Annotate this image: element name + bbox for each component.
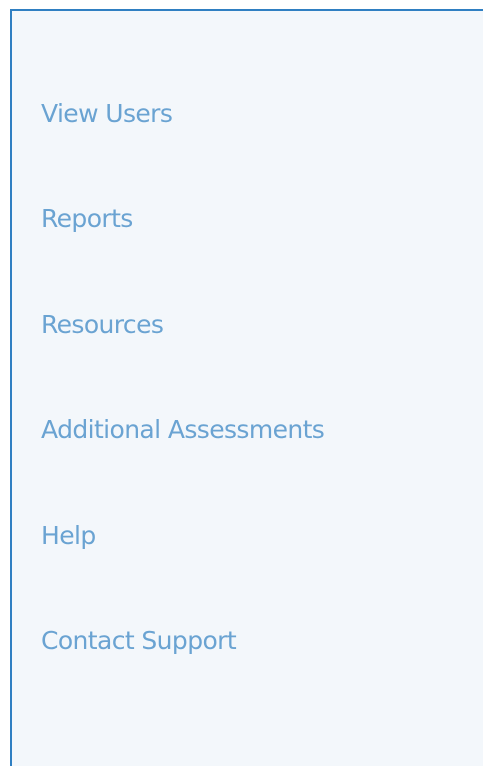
- sidebar-item-additional-assessments[interactable]: Additional Assessments: [41, 412, 325, 448]
- sidebar-item-help[interactable]: Help: [41, 518, 96, 554]
- sidebar-item-contact-support[interactable]: Contact Support: [41, 623, 237, 659]
- sidebar-item-reports[interactable]: Reports: [41, 201, 133, 237]
- sidebar-menu-panel: View Users Reports Resources Additional …: [10, 9, 483, 766]
- sidebar-item-resources[interactable]: Resources: [41, 307, 164, 343]
- sidebar-item-view-users[interactable]: View Users: [41, 96, 173, 132]
